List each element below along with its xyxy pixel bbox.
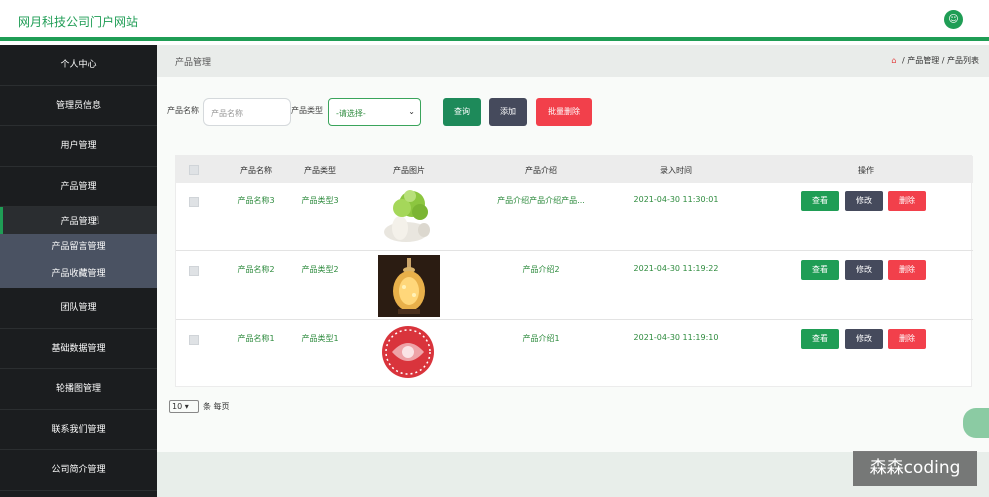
table-header: 产品名称 产品类型 产品图片 产品介绍 录入时间 操作 (176, 156, 973, 183)
column-header-time: 录入时间 (660, 166, 692, 175)
sidebar-item-contact[interactable]: 联系我们管理 (0, 410, 157, 450)
product-image-papercut (378, 324, 440, 386)
column-header-image: 产品图片 (393, 166, 425, 175)
watermark: 森森coding (853, 451, 977, 486)
cell-time: 2021-04-30 11:30:01 (633, 195, 719, 204)
product-type-label: 产品类型 (291, 106, 323, 115)
breadcrumb-separator: / (941, 56, 945, 65)
home-icon[interactable]: ⌂ (891, 56, 896, 65)
sidebar-item-products[interactable]: 产品管理 (0, 167, 157, 207)
sidebar-subitem-product-management[interactable]: 产品管理☝ (0, 207, 157, 234)
delete-button[interactable]: 删除 (888, 329, 926, 349)
sidebar-item-basic-data[interactable]: 基础数据管理 (0, 329, 157, 369)
row-checkbox[interactable] (189, 197, 199, 207)
sidebar-item-users[interactable]: 用户管理 (0, 126, 157, 167)
chevron-down-icon: ⌄ (408, 107, 415, 116)
view-button[interactable]: 查看 (801, 191, 839, 211)
product-table: 产品名称 产品类型 产品图片 产品介绍 录入时间 操作 产品名称3 产品类型3 (175, 155, 973, 389)
sidebar-item-label: 轮播图管理 (55, 384, 101, 394)
column-header-intro: 产品介绍 (525, 166, 557, 175)
top-bar: 网月科技公司门户网站 ☺ (0, 0, 989, 41)
sidebar-item-label: 用户管理 (60, 141, 97, 151)
table-row: 产品名称3 产品类型3 产品介绍产品介绍产品... 2021-04-30 11:… (176, 183, 973, 251)
sidebar-item-label: 产品管理 (60, 217, 97, 227)
sidebar-item-label: 团队管理 (60, 303, 97, 313)
row-checkbox[interactable] (189, 335, 199, 345)
breadcrumb: ⌂ / 产品管理 / 产品列表 (891, 55, 979, 66)
sidebar-item-company-intro[interactable]: 公司简介管理 (0, 450, 157, 491)
sidebar-item-label: 联系我们管理 (51, 424, 106, 435)
cell-time: 2021-04-30 11:19:10 (633, 333, 719, 342)
sidebar-item-profile[interactable]: 个人中心 (0, 45, 157, 86)
sidebar-item-label: 产品收藏管理 (51, 269, 106, 279)
filter-bar: 产品名称 产品名称 产品类型 -请选择- ⌄ 查询 添加 批量删除 (167, 98, 987, 126)
breadcrumb-bar: 产品管理 ⌂ / 产品管理 / 产品列表 (157, 45, 989, 77)
sidebar-item-label: 产品管理 (60, 181, 97, 192)
select-all-checkbox[interactable] (189, 165, 199, 175)
sidebar-item-label: 基础数据管理 (51, 343, 106, 354)
column-header-actions: 操作 (858, 166, 874, 175)
sidebar-item-carousel[interactable]: 轮播图管理 (0, 369, 157, 410)
sidebar-item-label: 产品留言管理 (51, 242, 106, 252)
sidebar: 个人中心 管理员信息 用户管理 产品管理 产品管理☝ 产品留言管理 产品收藏管理… (0, 45, 157, 497)
cell-type: 产品类型1 (301, 334, 339, 343)
pagination: 10 ▾ 条 每页 (169, 400, 230, 413)
sidebar-subitem-product-messages[interactable]: 产品留言管理 (0, 234, 157, 261)
main-content: 产品管理 ⌂ / 产品管理 / 产品列表 产品名称 产品名称 产品类型 -请选择… (157, 45, 989, 452)
breadcrumb-item-product-list: 产品列表 (947, 56, 979, 65)
delete-button[interactable]: 删除 (888, 260, 926, 280)
add-button[interactable]: 添加 (489, 98, 527, 126)
sidebar-item-admin-info[interactable]: 管理员信息 (0, 86, 157, 126)
cell-intro: 产品介绍产品介绍产品... (497, 196, 585, 205)
edit-button[interactable]: 修改 (845, 191, 883, 211)
row-checkbox[interactable] (189, 266, 199, 276)
delete-button[interactable]: 删除 (888, 191, 926, 211)
sidebar-subitem-product-favorites[interactable]: 产品收藏管理 (0, 261, 157, 288)
column-header-type: 产品类型 (304, 166, 336, 175)
cell-type: 产品类型2 (301, 265, 339, 274)
page-size-select[interactable]: 10 ▾ (169, 400, 199, 413)
table-row: 产品名称1 产品类型1 产品介绍1 2021-04-30 11:19:10 查看… (176, 321, 973, 389)
sidebar-item-label: 公司简介管理 (51, 465, 106, 475)
product-name-input[interactable]: 产品名称 (203, 98, 291, 126)
breadcrumb-separator: / (901, 56, 905, 65)
product-type-selected: -请选择- (336, 109, 366, 118)
view-button[interactable]: 查看 (801, 329, 839, 349)
page-title: 产品管理 (175, 58, 212, 68)
cell-intro: 产品介绍2 (522, 265, 560, 274)
page-size-value: 10 (172, 402, 183, 411)
cell-type: 产品类型3 (301, 196, 339, 205)
product-name-label: 产品名称 (167, 106, 199, 115)
hand-cursor-icon: ☝ (92, 214, 100, 227)
sidebar-item-label: 管理员信息 (55, 100, 101, 111)
breadcrumb-item-products[interactable]: 产品管理 (907, 56, 939, 65)
floating-action-icon[interactable] (963, 408, 989, 438)
product-image-vase (378, 255, 440, 317)
cell-intro: 产品介绍1 (522, 334, 560, 343)
app-title: 网月科技公司门户网站 (18, 15, 139, 29)
query-button[interactable]: 查询 (443, 98, 481, 126)
sidebar-item-team[interactable]: 团队管理 (0, 288, 157, 329)
column-header-name: 产品名称 (240, 166, 272, 175)
user-avatar-icon[interactable]: ☺ (944, 10, 963, 29)
product-type-select[interactable]: -请选择- ⌄ (328, 98, 421, 126)
view-button[interactable]: 查看 (801, 260, 839, 280)
cell-time: 2021-04-30 11:19:22 (633, 264, 719, 273)
sidebar-item-label: 个人中心 (60, 60, 97, 70)
edit-button[interactable]: 修改 (845, 260, 883, 280)
per-page-label: 条 每页 (203, 402, 230, 411)
product-image-cabbage (378, 184, 440, 246)
edit-button[interactable]: 修改 (845, 329, 883, 349)
table-row: 产品名称2 产品类型2 产品介绍2 2021-04-30 11:19:22 查看… (176, 252, 973, 320)
batch-delete-button[interactable]: 批量删除 (536, 98, 592, 126)
